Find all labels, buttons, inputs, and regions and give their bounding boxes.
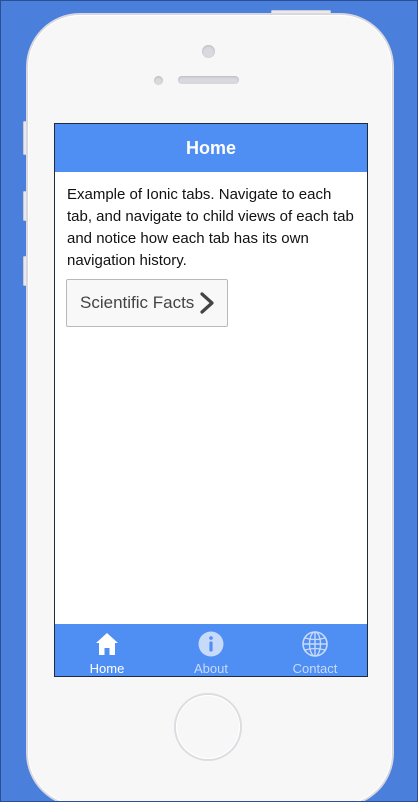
intro-text: Example of Ionic tabs. Navigate to each … bbox=[67, 186, 354, 269]
tab-bar: Home About Contact bbox=[55, 624, 367, 676]
tab-home-label: Home bbox=[89, 661, 125, 676]
home-icon bbox=[96, 633, 118, 655]
info-icon bbox=[198, 631, 224, 657]
scientific-facts-label: Scientific Facts bbox=[80, 293, 195, 312]
home-hardware-button[interactable] bbox=[176, 695, 240, 759]
device-backdrop: Home Example of Ionic tabs. Navigate to … bbox=[0, 0, 418, 802]
earpiece-speaker bbox=[178, 76, 239, 84]
tab-contact-label: Contact bbox=[292, 661, 338, 676]
globe-icon bbox=[302, 631, 328, 657]
tab-about[interactable]: About bbox=[159, 624, 263, 676]
nav-bar: Home bbox=[55, 124, 367, 172]
tab-contact[interactable]: Contact bbox=[263, 624, 367, 676]
tab-home[interactable]: Home bbox=[55, 624, 159, 676]
app-screen: Home Example of Ionic tabs. Navigate to … bbox=[54, 123, 368, 677]
front-camera bbox=[202, 45, 215, 58]
proximity-sensor bbox=[154, 76, 163, 85]
chevron-right-icon bbox=[200, 292, 214, 314]
page-title: Home bbox=[185, 137, 236, 158]
tab-about-label: About bbox=[194, 661, 228, 676]
scientific-facts-button[interactable]: Scientific Facts bbox=[66, 279, 228, 327]
